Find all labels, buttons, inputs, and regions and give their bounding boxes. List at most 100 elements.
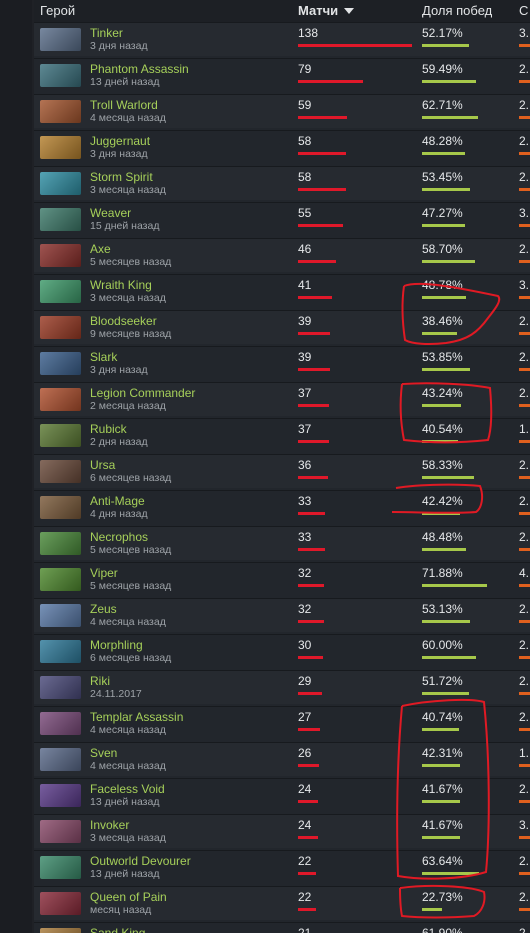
hero-portrait[interactable] bbox=[40, 928, 81, 933]
table-row[interactable]: Tinker 3 дня назад 138 52.17% 3. bbox=[34, 22, 530, 56]
extra-column-bar bbox=[519, 404, 530, 407]
matches-count: 37 bbox=[298, 422, 312, 436]
hero-portrait[interactable] bbox=[40, 784, 81, 807]
hero-portrait[interactable] bbox=[40, 136, 81, 159]
table-row[interactable]: Faceless Void 13 дней назад 24 41.67% 2. bbox=[34, 778, 530, 812]
table-row[interactable]: Sven 4 месяца назад 26 42.31% 1. bbox=[34, 742, 530, 776]
hero-name-link[interactable]: Weaver bbox=[90, 206, 131, 220]
hero-name-link[interactable]: Necrophos bbox=[90, 530, 148, 544]
hero-portrait[interactable] bbox=[40, 640, 81, 663]
extra-column-value: 2. bbox=[519, 530, 530, 544]
hero-name-link[interactable]: Rubick bbox=[90, 422, 127, 436]
table-row[interactable]: Weaver 15 дней назад 55 47.27% 3. bbox=[34, 202, 530, 236]
table-row[interactable]: Anti-Mage 4 дня назад 33 42.42% 2. bbox=[34, 490, 530, 524]
hero-portrait[interactable] bbox=[40, 172, 81, 195]
hero-portrait[interactable] bbox=[40, 604, 81, 627]
hero-portrait[interactable] bbox=[40, 424, 81, 447]
matches-bar bbox=[298, 872, 316, 875]
hero-portrait[interactable] bbox=[40, 568, 81, 591]
table-row[interactable]: Bloodseeker 9 месяцев назад 39 38.46% 2. bbox=[34, 310, 530, 344]
hero-portrait[interactable] bbox=[40, 712, 81, 735]
table-row[interactable]: Ursa 6 месяцев назад 36 58.33% 2. bbox=[34, 454, 530, 488]
table-row[interactable]: Invoker 3 месяца назад 24 41.67% 3. bbox=[34, 814, 530, 848]
hero-name-link[interactable]: Templar Assassin bbox=[90, 710, 183, 724]
hero-column-header[interactable]: Герой bbox=[40, 3, 75, 18]
hero-name-link[interactable]: Riki bbox=[90, 674, 110, 688]
matches-column-header[interactable]: Матчи bbox=[298, 3, 355, 18]
table-row[interactable]: Morphling 6 месяцев назад 30 60.00% 2. bbox=[34, 634, 530, 668]
hero-portrait[interactable] bbox=[40, 820, 81, 843]
extra-column-bar bbox=[519, 872, 530, 875]
matches-count: 21 bbox=[298, 926, 312, 933]
table-row[interactable]: Viper 5 месяцев назад 32 71.88% 4. bbox=[34, 562, 530, 596]
hero-portrait[interactable] bbox=[40, 280, 81, 303]
hero-portrait[interactable] bbox=[40, 64, 81, 87]
hero-portrait[interactable] bbox=[40, 208, 81, 231]
hero-name-link[interactable]: Legion Commander bbox=[90, 386, 195, 400]
winrate-value: 53.13% bbox=[422, 602, 463, 616]
hero-portrait[interactable] bbox=[40, 352, 81, 375]
hero-portrait[interactable] bbox=[40, 100, 81, 123]
hero-name-link[interactable]: Queen of Pain bbox=[90, 890, 167, 904]
hero-name-link[interactable]: Morphling bbox=[90, 638, 143, 652]
winrate-column-header[interactable]: Доля побед bbox=[422, 3, 492, 18]
table-row[interactable]: Legion Commander 2 месяца назад 37 43.24% 2. bbox=[34, 382, 530, 416]
table-row[interactable]: Storm Spirit 3 месяца назад 58 53.45% 2. bbox=[34, 166, 530, 200]
hero-name-link[interactable]: Sand King bbox=[90, 926, 145, 933]
extra-column-bar bbox=[519, 260, 530, 263]
hero-name-link[interactable]: Invoker bbox=[90, 818, 129, 832]
table-row[interactable]: Wraith King 3 месяца назад 41 48.78% 3. bbox=[34, 274, 530, 308]
winrate-bar bbox=[422, 620, 470, 623]
hero-portrait[interactable] bbox=[40, 676, 81, 699]
table-row[interactable]: Axe 5 месяцев назад 46 58.70% 2. bbox=[34, 238, 530, 272]
hero-name-link[interactable]: Ursa bbox=[90, 458, 115, 472]
hero-portrait[interactable] bbox=[40, 388, 81, 411]
table-row[interactable]: Rubick 2 дня назад 37 40.54% 1. bbox=[34, 418, 530, 452]
hero-name-link[interactable]: Wraith King bbox=[90, 278, 152, 292]
table-row[interactable]: Riki 24.11.2017 29 51.72% 2. bbox=[34, 670, 530, 704]
hero-name-link[interactable]: Faceless Void bbox=[90, 782, 165, 796]
hero-portrait[interactable] bbox=[40, 460, 81, 483]
table-row[interactable]: Phantom Assassin 13 дней назад 79 59.49% 2. bbox=[34, 58, 530, 92]
table-row[interactable]: Templar Assassin 4 месяца назад 27 40.74% 2. bbox=[34, 706, 530, 740]
hero-name-link[interactable]: Slark bbox=[90, 350, 117, 364]
hero-portrait[interactable] bbox=[40, 892, 81, 915]
table-row[interactable]: Zeus 4 месяца назад 32 53.13% 2. bbox=[34, 598, 530, 632]
hero-name-link[interactable]: Phantom Assassin bbox=[90, 62, 189, 76]
heroes-table: Герой Матчи Доля побед С Tinker 3 дня наз… bbox=[34, 0, 530, 933]
table-row[interactable]: Juggernaut 3 дня назад 58 48.28% 2. bbox=[34, 130, 530, 164]
table-row[interactable]: Outworld Devourer 13 дней назад 22 63.64% 2. bbox=[34, 850, 530, 884]
table-row[interactable]: Slark 3 дня назад 39 53.85% 2. bbox=[34, 346, 530, 380]
hero-portrait[interactable] bbox=[40, 856, 81, 879]
hero-portrait[interactable] bbox=[40, 532, 81, 555]
hero-name-link[interactable]: Axe bbox=[90, 242, 111, 256]
hero-portrait[interactable] bbox=[40, 244, 81, 267]
extra-column-value: 2. bbox=[519, 710, 530, 724]
hero-name-link[interactable]: Viper bbox=[90, 566, 118, 580]
table-row[interactable]: Necrophos 5 месяцев назад 33 48.48% 2. bbox=[34, 526, 530, 560]
last-played-date: 4 месяца назад bbox=[90, 616, 166, 628]
hero-portrait[interactable] bbox=[40, 496, 81, 519]
table-row[interactable]: Queen of Pain месяц назад 22 22.73% 2. bbox=[34, 886, 530, 920]
table-row[interactable]: Sand King 21 61.90% 2. bbox=[34, 922, 530, 933]
hero-name-link[interactable]: Storm Spirit bbox=[90, 170, 153, 184]
extra-column-value: 2. bbox=[519, 350, 530, 364]
hero-name-link[interactable]: Outworld Devourer bbox=[90, 854, 191, 868]
hero-portrait[interactable] bbox=[40, 316, 81, 339]
winrate-bar bbox=[422, 224, 465, 227]
hero-name-link[interactable]: Anti-Mage bbox=[90, 494, 145, 508]
hero-name-link[interactable]: Juggernaut bbox=[90, 134, 150, 148]
hero-name-link[interactable]: Bloodseeker bbox=[90, 314, 157, 328]
matches-count: 39 bbox=[298, 314, 312, 328]
hero-name-link[interactable]: Tinker bbox=[90, 26, 123, 40]
hero-name-link[interactable]: Troll Warlord bbox=[90, 98, 158, 112]
hero-portrait[interactable] bbox=[40, 748, 81, 771]
matches-count: 29 bbox=[298, 674, 312, 688]
hero-name-link[interactable]: Sven bbox=[90, 746, 117, 760]
last-played-date: 5 месяцев назад bbox=[90, 580, 172, 592]
extra-column-header[interactable]: С bbox=[519, 3, 528, 18]
hero-name-link[interactable]: Zeus bbox=[90, 602, 117, 616]
hero-portrait[interactable] bbox=[40, 28, 81, 51]
matches-bar bbox=[298, 116, 347, 119]
table-row[interactable]: Troll Warlord 4 месяца назад 59 62.71% 2. bbox=[34, 94, 530, 128]
